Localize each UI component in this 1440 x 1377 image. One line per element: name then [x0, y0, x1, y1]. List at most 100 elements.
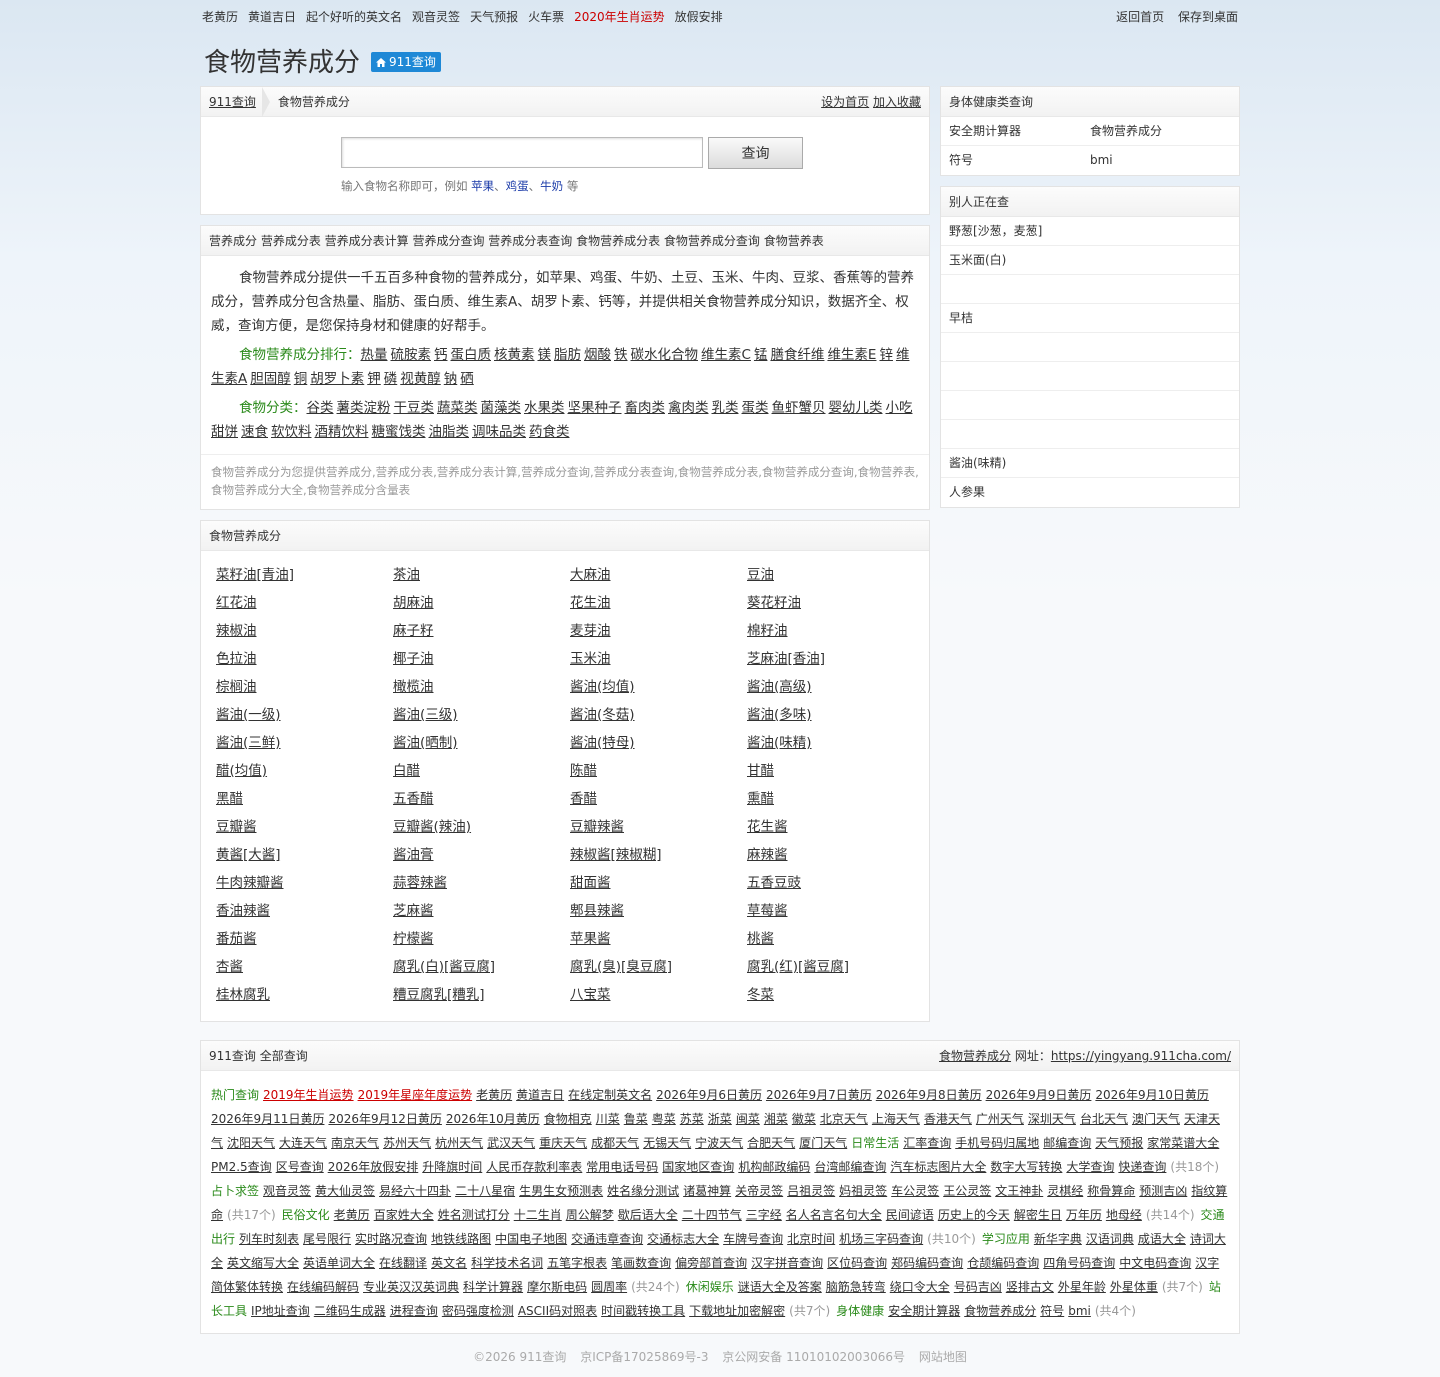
bookmark-link[interactable]: 加入收藏	[873, 95, 921, 109]
recent-query-item[interactable]	[941, 362, 1239, 391]
query-link[interactable]: 科学技术名词	[471, 1256, 543, 1270]
query-link[interactable]: 徽菜	[792, 1112, 816, 1126]
food-item-link[interactable]: 腐乳(红)[酱豆腐]	[747, 955, 849, 983]
food-item-link[interactable]: 白醋	[393, 759, 420, 787]
food-item-link[interactable]: 杏酱	[216, 955, 243, 983]
query-link[interactable]: 竖排古文	[1006, 1280, 1054, 1294]
query-link[interactable]: 车公灵签	[891, 1184, 939, 1198]
query-link[interactable]: 谜语大全及答案	[738, 1280, 822, 1294]
food-item-link[interactable]: 苹果酱	[570, 927, 611, 955]
food-item-link[interactable]: 葵花籽油	[747, 591, 801, 619]
food-item-link[interactable]: 陈醋	[570, 759, 597, 787]
food-item-link[interactable]: 胡麻油	[393, 591, 434, 619]
query-link[interactable]: 机构邮政编码	[738, 1160, 810, 1174]
query-link[interactable]: 笔画数查询	[611, 1256, 671, 1270]
query-link[interactable]: 郑码编码查询	[891, 1256, 963, 1270]
nutrient-ranking-link[interactable]: 锰	[754, 347, 768, 363]
nutrient-ranking-link[interactable]: 锌	[879, 347, 893, 363]
food-category-link[interactable]: 鱼虾蟹贝	[772, 400, 826, 416]
query-link[interactable]: 号码吉凶	[954, 1280, 1002, 1294]
top-nav-link[interactable]: 观音灵签	[412, 10, 460, 24]
nutrient-ranking-link[interactable]: 硫胺素	[391, 347, 432, 363]
recent-query-item[interactable]: 玉米面(白)	[941, 246, 1239, 275]
query-link[interactable]: 沈阳天气	[227, 1136, 275, 1150]
query-link[interactable]: 实时路况查询	[355, 1232, 427, 1246]
food-item-link[interactable]: 芝麻酱	[393, 899, 434, 927]
example-apple[interactable]: 苹果	[471, 179, 494, 193]
query-link[interactable]: 上海天气	[872, 1112, 920, 1126]
query-link[interactable]: 在线定制英文名	[568, 1088, 652, 1102]
query-link[interactable]: 宁波天气	[695, 1136, 743, 1150]
food-item-link[interactable]: 豆瓣酱	[216, 815, 257, 843]
query-link[interactable]: 黄大仙灵签	[315, 1184, 375, 1198]
query-link[interactable]: 时间戳转换工具	[601, 1304, 685, 1318]
search-button[interactable]: 查询	[708, 137, 803, 169]
query-link[interactable]: 歇后语大全	[618, 1208, 678, 1222]
query-link[interactable]: 三字经	[746, 1208, 782, 1222]
query-link[interactable]: 老黄历	[476, 1088, 512, 1102]
query-link[interactable]: 快递查询	[1118, 1160, 1166, 1174]
nutrient-ranking-link[interactable]: 脂肪	[554, 347, 581, 363]
query-link[interactable]: 列车时刻表	[239, 1232, 299, 1246]
food-category-link[interactable]: 酒精饮料	[315, 424, 369, 440]
query-link[interactable]: 2026年9月6日黄历	[656, 1088, 762, 1102]
query-link[interactable]: 二维码生成器	[314, 1304, 386, 1318]
food-category-link[interactable]: 蛋类	[742, 400, 769, 416]
food-item-link[interactable]: 番茄酱	[216, 927, 257, 955]
query-link[interactable]: 重庆天气	[539, 1136, 587, 1150]
query-link[interactable]: 王公灵签	[943, 1184, 991, 1198]
nutrient-ranking-link[interactable]: 蛋白质	[451, 347, 492, 363]
food-item-link[interactable]: 柠檬酱	[393, 927, 434, 955]
query-link[interactable]: 地母经	[1106, 1208, 1142, 1222]
food-item-link[interactable]: 桃酱	[747, 927, 774, 955]
recent-query-item[interactable]: 早桔	[941, 304, 1239, 333]
nutrient-ranking-link[interactable]: 镁	[538, 347, 552, 363]
food-item-link[interactable]: 芝麻油[香油]	[747, 647, 825, 675]
query-link[interactable]: 大学查询	[1066, 1160, 1114, 1174]
query-link[interactable]: 合肥天气	[747, 1136, 795, 1150]
recent-query-item[interactable]	[941, 420, 1239, 449]
nutrient-ranking-link[interactable]: 磷	[384, 371, 398, 387]
query-link[interactable]: 食物营养成分	[964, 1304, 1036, 1318]
query-link[interactable]: 邮编查询	[1043, 1136, 1091, 1150]
query-link[interactable]: 预测吉凶	[1139, 1184, 1187, 1198]
food-category-link[interactable]: 谷类	[307, 400, 334, 416]
food-item-link[interactable]: 腐乳(白)[酱豆腐]	[393, 955, 495, 983]
query-link[interactable]: 2026年9月9日黄历	[986, 1088, 1092, 1102]
site-name-link[interactable]: 食物营养成分	[939, 1049, 1011, 1063]
food-item-link[interactable]: 醋(均值)	[216, 759, 267, 787]
nutrient-ranking-link[interactable]: 钾	[367, 371, 381, 387]
query-link[interactable]: 吕祖灵签	[787, 1184, 835, 1198]
query-link[interactable]: 符号	[1040, 1304, 1064, 1318]
query-link[interactable]: 进程查询	[390, 1304, 438, 1318]
nutrient-ranking-link[interactable]: 维生素C	[701, 347, 751, 363]
nutrient-ranking-link[interactable]: 硒	[460, 371, 474, 387]
query-link[interactable]: 2026年9月7日黄历	[766, 1088, 872, 1102]
food-item-link[interactable]: 麻子籽	[393, 619, 434, 647]
query-link[interactable]: 苏菜	[680, 1112, 704, 1126]
query-link[interactable]: 尾号限行	[303, 1232, 351, 1246]
query-link[interactable]: 名人名言名句大全	[786, 1208, 882, 1222]
food-category-link[interactable]: 蔬菜类	[437, 400, 478, 416]
food-category-link[interactable]: 软饮料	[271, 424, 312, 440]
food-item-link[interactable]: 菜籽油[青油]	[216, 563, 294, 591]
query-link[interactable]: 百家姓大全	[374, 1208, 434, 1222]
food-item-link[interactable]: 豆瓣酱(辣油)	[393, 815, 471, 843]
food-category-link[interactable]: 调味品类	[472, 424, 526, 440]
food-item-link[interactable]: 色拉油	[216, 647, 257, 675]
top-nav-link[interactable]: 黄道吉日	[248, 10, 296, 24]
food-item-link[interactable]: 椰子油	[393, 647, 434, 675]
food-item-link[interactable]: 麦芽油	[570, 619, 611, 647]
query-link[interactable]: 升降旗时间	[422, 1160, 482, 1174]
food-item-link[interactable]: 酱油(高级)	[747, 675, 812, 703]
query-link[interactable]: 杭州天气	[435, 1136, 483, 1150]
food-item-link[interactable]: 甜面酱	[570, 871, 611, 899]
query-link[interactable]: 二十四节气	[682, 1208, 742, 1222]
food-item-link[interactable]: 黄酱[大酱]	[216, 843, 281, 871]
food-item-link[interactable]: 豆瓣辣酱	[570, 815, 624, 843]
query-link[interactable]: 万年历	[1066, 1208, 1102, 1222]
food-category-link[interactable]: 乳类	[712, 400, 739, 416]
top-nav-link[interactable]: 天气预报	[470, 10, 518, 24]
query-link[interactable]: bmi	[1068, 1304, 1091, 1318]
nutrient-ranking-link[interactable]: 铁	[614, 347, 628, 363]
